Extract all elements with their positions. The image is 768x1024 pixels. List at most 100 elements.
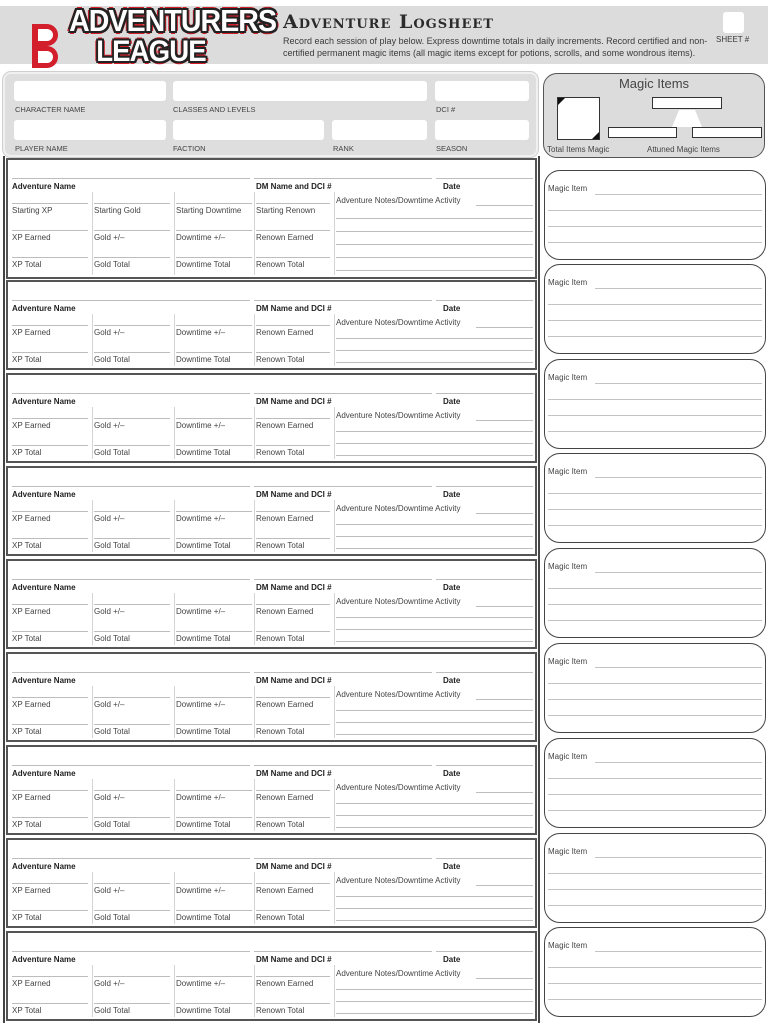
stat-entry-line[interactable] [176,817,252,818]
stat-entry-line[interactable] [256,631,330,632]
notes-line[interactable] [336,827,533,828]
notes-line[interactable] [336,270,533,271]
stat-entry-line[interactable] [12,325,88,326]
stat-entry-line[interactable] [94,910,170,911]
notes-line[interactable] [336,734,533,735]
stat-entry-line[interactable] [176,724,252,725]
magic-item-description-line[interactable] [548,525,762,526]
magic-item-description-line[interactable] [548,683,762,684]
notes-line[interactable] [336,548,533,549]
notes-line[interactable] [336,244,533,245]
stat-entry-line[interactable] [94,203,170,204]
magic-item-name-line[interactable] [595,762,762,763]
magic-item-description-line[interactable] [548,431,762,432]
date-line[interactable] [436,858,533,859]
magic-item-description-line[interactable] [548,242,762,243]
total-magic-items-field[interactable] [557,97,600,140]
adventure-name-line[interactable] [12,178,250,179]
stat-entry-line[interactable] [256,910,330,911]
stat-entry-line[interactable] [12,352,88,353]
notes-line[interactable] [336,338,533,339]
stat-entry-line[interactable] [12,538,88,539]
stat-entry-line[interactable] [94,724,170,725]
stat-entry-line[interactable] [176,257,252,258]
stat-entry-line[interactable] [94,538,170,539]
stat-entry-line[interactable] [256,817,330,818]
stat-entry-line[interactable] [12,631,88,632]
magic-item-description-line[interactable] [548,983,762,984]
magic-item-description-line[interactable] [548,620,762,621]
stat-entry-line[interactable] [176,445,252,446]
stat-entry-line[interactable] [12,790,88,791]
date-line[interactable] [436,178,533,179]
notes-line[interactable] [476,205,533,206]
stat-entry-line[interactable] [12,883,88,884]
dm-line[interactable] [254,393,432,394]
magic-item-description-line[interactable] [548,778,762,779]
notes-line[interactable] [476,513,533,514]
stat-entry-line[interactable] [94,976,170,977]
adventure-name-line[interactable] [12,579,250,580]
notes-line[interactable] [476,978,533,979]
stat-entry-line[interactable] [12,724,88,725]
notes-line[interactable] [336,722,533,723]
stat-entry-line[interactable] [256,445,330,446]
magic-item-description-line[interactable] [548,336,762,337]
stat-entry-line[interactable] [94,257,170,258]
notes-line[interactable] [476,699,533,700]
stat-entry-line[interactable] [94,883,170,884]
magic-item-description-line[interactable] [548,210,762,211]
magic-item-description-line[interactable] [548,509,762,510]
notes-line[interactable] [336,641,533,642]
magic-item-description-line[interactable] [548,889,762,890]
stat-entry-line[interactable] [176,976,252,977]
magic-item-description-line[interactable] [548,873,762,874]
classes-levels-field[interactable] [173,81,427,101]
stat-entry-line[interactable] [256,418,330,419]
magic-item-description-line[interactable] [548,905,762,906]
player-name-field[interactable] [14,120,166,140]
stat-entry-line[interactable] [94,817,170,818]
notes-line[interactable] [336,1001,533,1002]
dm-line[interactable] [254,858,432,859]
stat-entry-line[interactable] [12,817,88,818]
dm-line[interactable] [254,579,432,580]
stat-entry-line[interactable] [176,352,252,353]
notes-line[interactable] [476,420,533,421]
stat-entry-line[interactable] [256,352,330,353]
notes-line[interactable] [336,218,533,219]
stat-entry-line[interactable] [256,538,330,539]
stat-entry-line[interactable] [12,697,88,698]
notes-line[interactable] [476,885,533,886]
season-field[interactable] [435,120,529,140]
stat-entry-line[interactable] [12,910,88,911]
notes-line[interactable] [336,989,533,990]
magic-item-description-line[interactable] [548,226,762,227]
date-line[interactable] [436,672,533,673]
notes-line[interactable] [476,327,533,328]
stat-entry-line[interactable] [256,724,330,725]
adventure-name-line[interactable] [12,951,250,952]
adventure-name-line[interactable] [12,672,250,673]
stat-entry-line[interactable] [12,257,88,258]
stat-entry-line[interactable] [256,604,330,605]
stat-entry-line[interactable] [256,976,330,977]
magic-item-description-line[interactable] [548,715,762,716]
stat-entry-line[interactable] [256,697,330,698]
magic-item-description-line[interactable] [548,604,762,605]
magic-item-name-line[interactable] [595,857,762,858]
date-line[interactable] [436,300,533,301]
stat-entry-line[interactable] [94,1003,170,1004]
notes-line[interactable] [336,920,533,921]
sheet-number-field[interactable] [723,12,744,33]
notes-line[interactable] [336,362,533,363]
stat-entry-line[interactable] [176,604,252,605]
adventure-name-line[interactable] [12,858,250,859]
rank-field[interactable] [332,120,427,140]
dm-line[interactable] [254,672,432,673]
magic-item-name-line[interactable] [595,288,762,289]
stat-entry-line[interactable] [176,910,252,911]
stat-entry-line[interactable] [176,883,252,884]
stat-entry-line[interactable] [256,790,330,791]
magic-item-description-line[interactable] [548,415,762,416]
